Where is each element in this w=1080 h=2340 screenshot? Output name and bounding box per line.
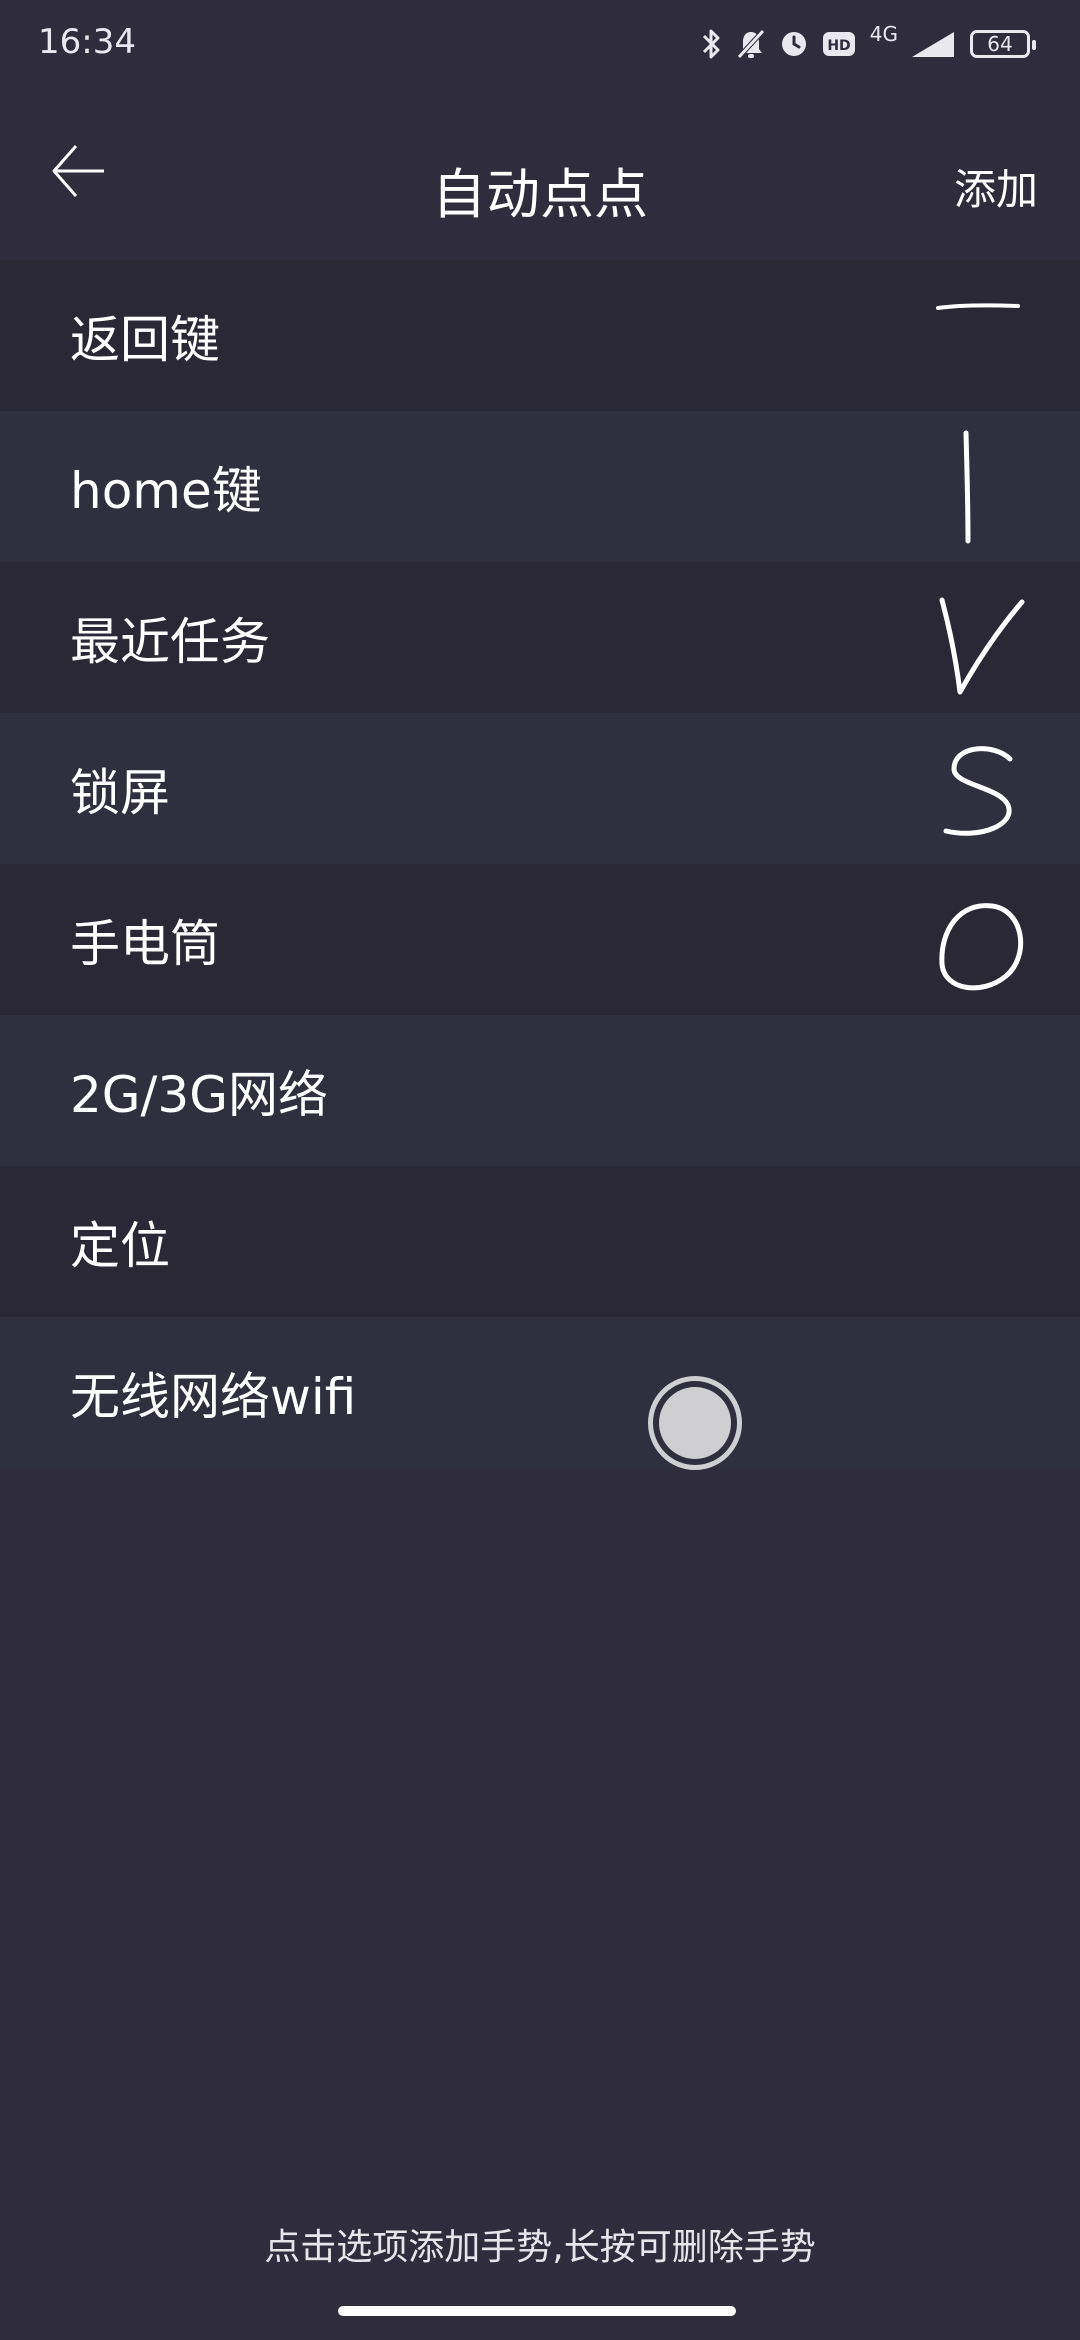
list-item-label: 锁屏 (70, 763, 170, 822)
list-item-label: 返回键 (70, 310, 220, 369)
gesture-v-icon (939, 597, 1025, 695)
floating-ball-button[interactable] (648, 1376, 742, 1470)
list-item-label: 无线网络wifi (70, 1367, 357, 1426)
list-item-label: 2G/3G网络 (70, 1065, 328, 1124)
list-item-label: home键 (70, 461, 262, 520)
list-item-flashlight[interactable]: 手电筒 (0, 864, 1080, 1015)
gesture-o-icon (939, 903, 1024, 991)
list-item-mobile-network[interactable]: 2G/3G网络 (0, 1015, 1080, 1166)
status-icons: HD 4G 64 (700, 20, 1036, 68)
gesture-s-icon (943, 746, 1013, 836)
gesture-dash-icon (936, 303, 1020, 310)
list-item-home[interactable]: home键 (0, 411, 1080, 562)
network-type: 4G (869, 22, 898, 46)
hd-badge-text: HD (827, 38, 850, 54)
floating-ball-inner (659, 1387, 731, 1459)
list-item-label: 最近任务 (70, 612, 270, 671)
list-item-back[interactable]: 返回键 (0, 260, 1080, 411)
function-list: 返回键 home键 最近任务 锁屏 手电筒 2G/3G网络 定位 无线网络wif… (0, 260, 1080, 1468)
gesture-line-icon (963, 430, 971, 544)
add-button[interactable]: 添加 (954, 156, 1038, 217)
app-bar: 自动点点 添加 (0, 90, 1080, 260)
signal-icon (908, 29, 956, 59)
list-item-label: 手电筒 (70, 914, 220, 973)
list-item-location[interactable]: 定位 (0, 1166, 1080, 1317)
hint-text: 点击选项添加手势,长按可删除手势 (264, 2227, 816, 2268)
status-bar: 16:34 HD 4G 64 (0, 0, 1080, 90)
status-time: 16:34 (38, 22, 136, 62)
battery-icon: 64 (970, 30, 1036, 58)
alarm-icon (780, 30, 808, 58)
list-item-wifi[interactable]: 无线网络wifi (0, 1317, 1080, 1468)
battery-level: 64 (987, 32, 1013, 56)
mute-icon (736, 28, 766, 60)
page-title: 自动点点 (432, 163, 648, 226)
list-item-recents[interactable]: 最近任务 (0, 562, 1080, 713)
list-item-lock-screen[interactable]: 锁屏 (0, 713, 1080, 864)
hd-icon: HD (822, 30, 856, 58)
home-indicator[interactable] (338, 2306, 736, 2316)
list-item-label: 定位 (70, 1216, 170, 1275)
bluetooth-icon (700, 27, 722, 61)
